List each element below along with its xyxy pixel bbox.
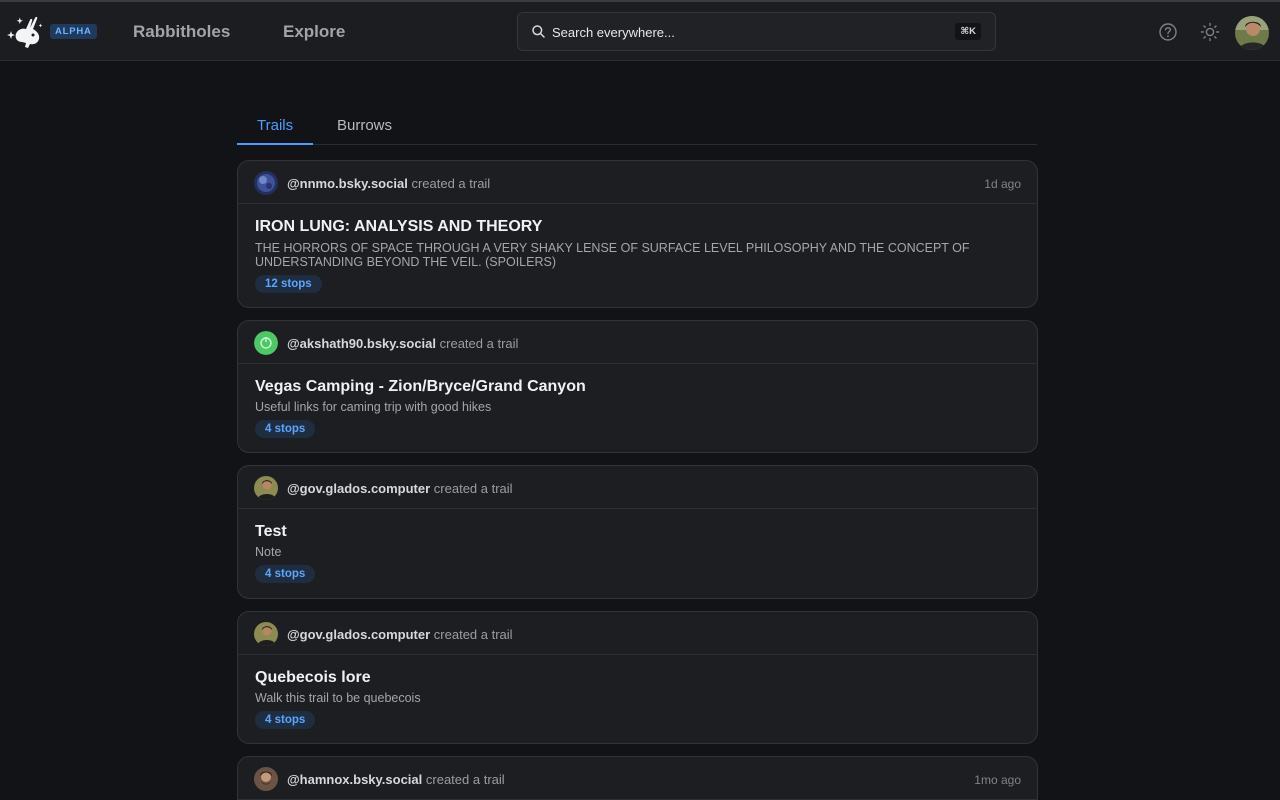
card-username[interactable]: @gov.glados.computer created a trail — [287, 481, 513, 496]
search-bar[interactable]: ⌘K — [517, 12, 996, 51]
trail-description: THE HORRORS OF SPACE THROUGH A VERY SHAK… — [255, 241, 970, 269]
card-action-text: created a trail — [433, 627, 513, 642]
search-shortcut-hint: ⌘K — [955, 23, 981, 40]
stops-badge: 4 stops — [255, 565, 316, 583]
nav-explore[interactable]: Explore — [283, 22, 345, 42]
help-icon[interactable] — [1158, 22, 1178, 42]
card-header: @gov.glados.computer created a trail — [238, 612, 1037, 655]
search-input[interactable] — [552, 21, 932, 43]
top-header: ALPHA Rabbitholes Explore ⌘K — [0, 2, 1280, 61]
trail-description: Walk this trail to be quebecois — [255, 691, 421, 705]
card-username[interactable]: @gov.glados.computer created a trail — [287, 627, 513, 642]
sun-icon[interactable] — [1200, 22, 1220, 42]
card-header: @akshath90.bsky.social created a trail — [238, 321, 1037, 364]
search-icon — [531, 24, 546, 39]
avatar[interactable] — [254, 476, 278, 500]
card-action-text: created a trail — [433, 481, 513, 496]
card-header: @gov.glados.computer created a trail — [238, 466, 1037, 509]
trail-card[interactable]: @akshath90.bsky.social created a trail V… — [237, 320, 1038, 453]
user-avatar[interactable] — [1235, 16, 1269, 50]
avatar[interactable] — [254, 331, 278, 355]
card-header: @hamnox.bsky.social created a trail 1mo … — [238, 757, 1037, 800]
trail-description: Note — [255, 545, 282, 559]
trail-card[interactable]: @gov.glados.computer created a trail Que… — [237, 611, 1038, 744]
trail-card[interactable]: @nnmo.bsky.social created a trail 1d ago… — [237, 160, 1038, 308]
stops-badge: 4 stops — [255, 420, 316, 438]
card-action-text: created a trail — [439, 336, 519, 351]
trail-title: Vegas Camping - Zion/Bryce/Grand Canyon — [255, 378, 586, 395]
card-header: @nnmo.bsky.social created a trail 1d ago — [238, 161, 1037, 204]
card-username[interactable]: @nnmo.bsky.social created a trail — [287, 176, 490, 191]
card-action-text: created a trail — [411, 176, 491, 191]
trail-description: Useful links for caming trip with good h… — [255, 400, 492, 414]
avatar[interactable] — [254, 171, 278, 195]
tab-trails[interactable]: Trails — [237, 110, 314, 145]
card-timestamp: 1d ago — [984, 177, 1021, 191]
avatar[interactable] — [254, 767, 278, 791]
trail-title: Test — [255, 523, 287, 540]
stops-badge: 12 stops — [255, 275, 322, 293]
tab-burrows[interactable]: Burrows — [317, 110, 412, 145]
alpha-badge: ALPHA — [50, 24, 97, 39]
nav-rabbitholes[interactable]: Rabbitholes — [133, 22, 230, 42]
trail-title: Quebecois lore — [255, 669, 371, 686]
card-username[interactable]: @akshath90.bsky.social created a trail — [287, 336, 518, 351]
card-username[interactable]: @hamnox.bsky.social created a trail — [287, 772, 505, 787]
trail-title: IRON LUNG: ANALYSIS AND THEORY — [255, 218, 543, 235]
card-action-text: created a trail — [425, 772, 505, 787]
rabbit-logo-icon[interactable] — [4, 12, 46, 50]
trail-card[interactable]: @hamnox.bsky.social created a trail 1mo … — [237, 756, 1038, 800]
stops-badge: 4 stops — [255, 711, 316, 729]
feed-tabs: Trails Burrows — [237, 110, 1037, 145]
card-timestamp: 1mo ago — [974, 773, 1021, 787]
trail-card[interactable]: @gov.glados.computer created a trail Tes… — [237, 465, 1038, 599]
avatar[interactable] — [254, 622, 278, 646]
